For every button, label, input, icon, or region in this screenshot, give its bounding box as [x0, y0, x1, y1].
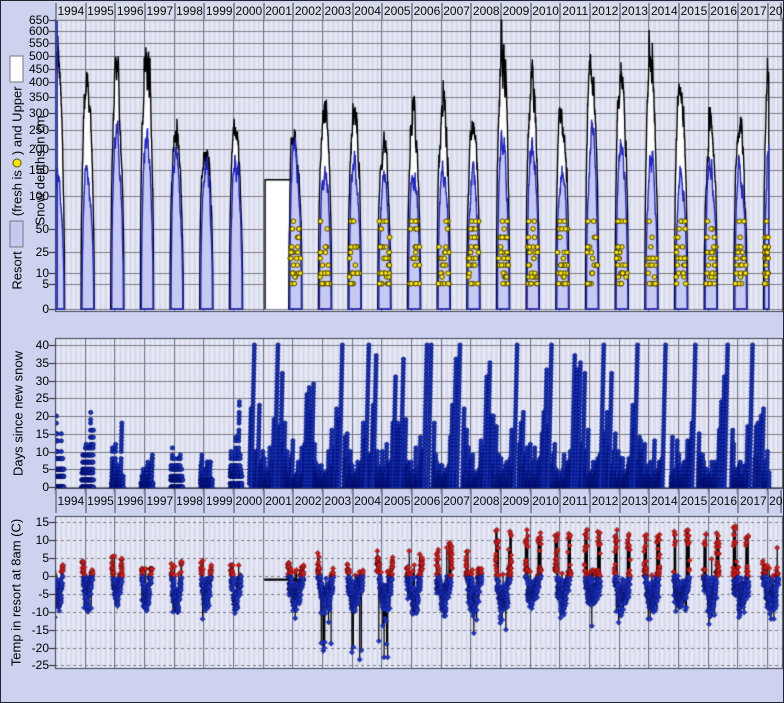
snow-axis-label-legend: Resort (fresh is ) and Upper: [9, 21, 26, 321]
snow-axis-label-units: Snow depths in cm: [32, 21, 49, 321]
fresh-snow-dot-icon: [13, 158, 22, 167]
year-label: 2017: [737, 3, 767, 19]
year-label: 2003: [322, 490, 352, 513]
year-label: 2006: [411, 3, 441, 19]
year-label: 2009: [500, 3, 530, 19]
year-label: 2005: [381, 3, 411, 19]
resort-swatch-icon: [10, 220, 24, 247]
year-label: 1995: [85, 3, 115, 19]
year-label: 2011: [559, 490, 589, 513]
upper-label: ) and Upper: [10, 86, 25, 155]
year-label: 2004: [352, 490, 382, 513]
year-label: 2011: [559, 3, 589, 19]
year-label: 2002: [292, 3, 322, 19]
year-label: 2005: [381, 490, 411, 513]
chart-canvas: [1, 1, 784, 703]
fresh-label-open: (fresh is: [10, 170, 25, 216]
year-label: 2007: [441, 3, 471, 19]
year-label: 1994: [55, 3, 85, 19]
year-label: 2004: [352, 3, 382, 19]
temp-axis-label: Temp in resort at 8am (C): [8, 478, 25, 703]
upper-swatch-icon: [10, 55, 24, 82]
year-label: 2010: [530, 490, 560, 513]
year-label: 2008: [470, 3, 500, 19]
year-label: 2001: [263, 490, 293, 513]
year-label: 2013: [619, 3, 649, 19]
year-label: 2018: [767, 3, 782, 19]
year-label: 2000: [233, 490, 263, 513]
year-label: 2012: [589, 3, 619, 19]
year-label: 2015: [678, 490, 708, 513]
year-label: 1999: [203, 3, 233, 19]
year-label: 1999: [203, 490, 233, 513]
year-label: 2010: [530, 3, 560, 19]
year-label: 2002: [292, 490, 322, 513]
year-label: 2013: [619, 490, 649, 513]
year-label: 1997: [144, 3, 174, 19]
year-label: 1996: [114, 490, 144, 513]
year-label: 2009: [500, 490, 530, 513]
year-label: 1996: [114, 3, 144, 19]
year-label: 2012: [589, 490, 619, 513]
year-label: 2007: [441, 490, 471, 513]
year-label: 2008: [470, 490, 500, 513]
year-label: 2015: [678, 3, 708, 19]
year-label: 2016: [708, 490, 738, 513]
year-label: 2000: [233, 3, 263, 19]
top-year-axis: 1994199519961997199819992000200120022003…: [55, 3, 782, 19]
year-label: 2014: [648, 3, 678, 19]
resort-label: Resort: [10, 251, 25, 289]
year-label: 1997: [144, 490, 174, 513]
year-label: 1995: [85, 490, 115, 513]
year-label: 2006: [411, 490, 441, 513]
year-label: 2017: [737, 490, 767, 513]
year-label: 1998: [174, 3, 204, 19]
year-label: 2016: [708, 3, 738, 19]
year-label: 2014: [648, 490, 678, 513]
year-label: 2003: [322, 3, 352, 19]
year-label: 2001: [263, 3, 293, 19]
year-label: 1998: [174, 490, 204, 513]
snow-history-chart-window: 1994199519961997199819992000200120022003…: [0, 0, 784, 703]
middle-year-axis: 1994199519961997199819992000200120022003…: [55, 490, 782, 513]
year-label: 1994: [55, 490, 85, 513]
year-label: 2018: [767, 490, 782, 513]
